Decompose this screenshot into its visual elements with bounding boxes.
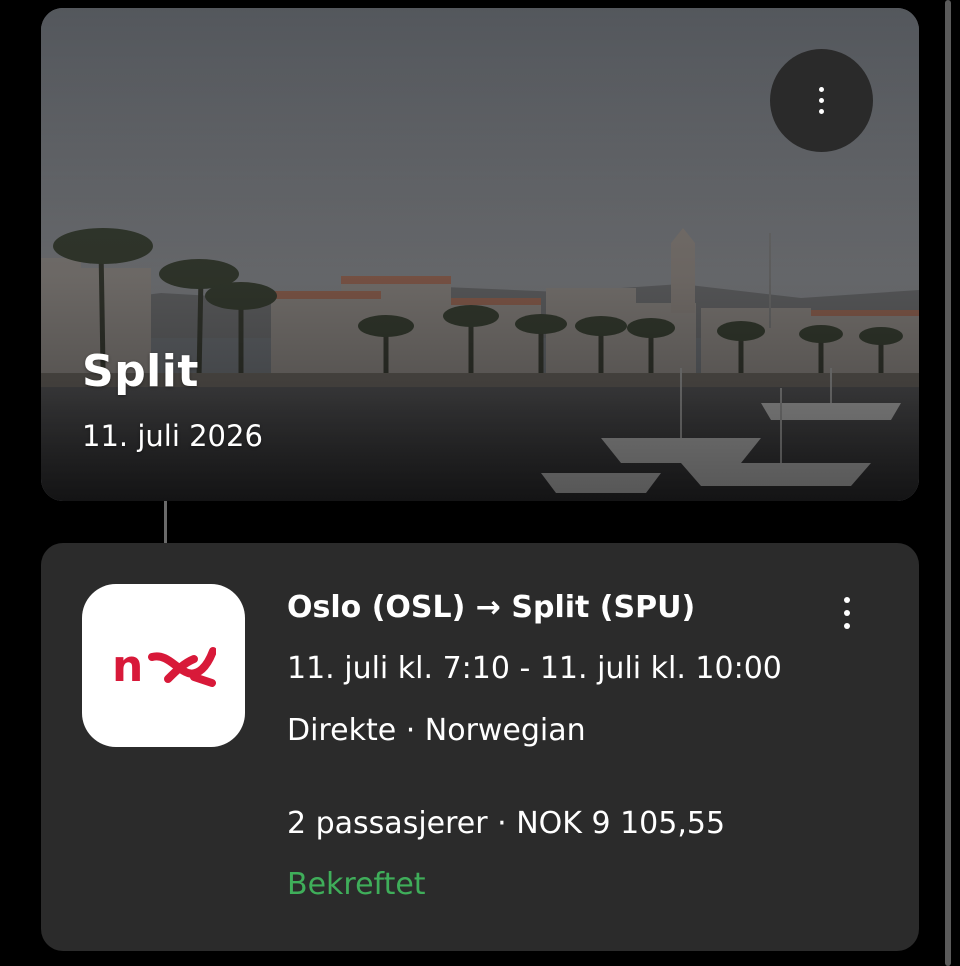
timeline-connector [164,501,167,544]
flight-times: 11. juli kl. 7:10 - 11. juli kl. 10:00 [287,651,782,686]
passengers-price: 2 passasjerer · NOK 9 105,55 [287,806,726,841]
norwegian-logo-icon: n [112,643,216,689]
booking-status: Bekreftet [287,867,426,902]
more-vertical-icon [844,597,850,603]
flight-more-button[interactable] [829,593,865,633]
flight-card[interactable]: n Oslo (OSL) → Split (SPU) 11. juli kl. … [41,543,919,951]
airline-logo: n [82,584,245,747]
flight-details: Direkte · Norwegian [287,713,586,748]
more-vertical-icon [819,87,824,114]
destination-card[interactable]: Split 11. juli 2026 [41,8,919,501]
destination-more-button[interactable] [770,49,873,152]
destination-date: 11. juli 2026 [82,419,263,453]
flight-route: Oslo (OSL) → Split (SPU) [287,590,696,625]
svg-text:n: n [112,643,143,689]
scrollbar[interactable] [945,0,951,966]
destination-city: Split [82,346,199,397]
